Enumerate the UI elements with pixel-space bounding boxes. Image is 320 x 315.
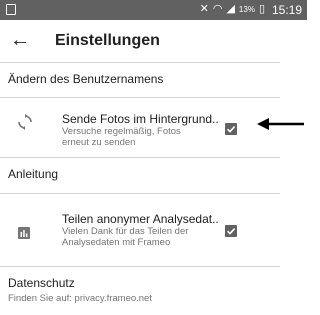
arrow-back-icon[interactable]: ← bbox=[8, 29, 32, 53]
app-bar: ← Einstellungen bbox=[0, 20, 307, 62]
status-bar: ✕ ◠ ◢ 13% ▯ 15:19 bbox=[0, 0, 307, 20]
tutorial-item[interactable]: Anleitung bbox=[8, 167, 58, 181]
divider bbox=[0, 266, 280, 267]
send-photos-summary: Versuche regelmäßig, Fotos erneut zu sen… bbox=[62, 126, 181, 148]
analytics-summary: Vielen Dank für das Teilen der Analyseda… bbox=[62, 226, 189, 248]
send-photos-title: Sende Fotos im Hintergrund.. bbox=[62, 112, 219, 126]
status-time: 15:19 bbox=[271, 3, 302, 17]
gallery-icon bbox=[6, 4, 16, 15]
sync-icon bbox=[18, 114, 32, 135]
status-icons: ✕ ◠ ◢ 13% ▯ bbox=[200, 3, 265, 16]
privacy-item[interactable]: Datenschutz Finden Sie auf: privacy.fram… bbox=[8, 276, 152, 304]
analytics-checkbox[interactable] bbox=[225, 225, 237, 237]
battery-icon: ▯ bbox=[258, 3, 265, 15]
privacy-summary: Finden Sie auf: privacy.frameo.net bbox=[8, 293, 152, 304]
arrow-left-icon bbox=[257, 118, 304, 130]
send-photos-checkbox[interactable] bbox=[225, 123, 237, 135]
page-title: Einstellungen bbox=[55, 32, 160, 49]
battery-percent: 13% bbox=[238, 5, 255, 14]
signal-icon: ◢ bbox=[226, 3, 235, 15]
divider bbox=[0, 62, 280, 63]
analytics-setting[interactable]: Teilen anonymer Analysedat.. Vielen Dank… bbox=[0, 194, 280, 256]
mute-icon: ✕ bbox=[199, 3, 209, 15]
divider bbox=[0, 157, 280, 158]
privacy-title: Datenschutz bbox=[8, 276, 75, 290]
change-username-item[interactable]: Ändern des Benutzernamens bbox=[8, 72, 163, 86]
send-photos-setting[interactable]: Sende Fotos im Hintergrund.. Versuche re… bbox=[0, 98, 280, 156]
analytics-title: Teilen anonymer Analysedat.. bbox=[62, 212, 219, 226]
analytics-icon bbox=[18, 226, 30, 244]
wifi-icon: ◠ bbox=[212, 3, 223, 15]
